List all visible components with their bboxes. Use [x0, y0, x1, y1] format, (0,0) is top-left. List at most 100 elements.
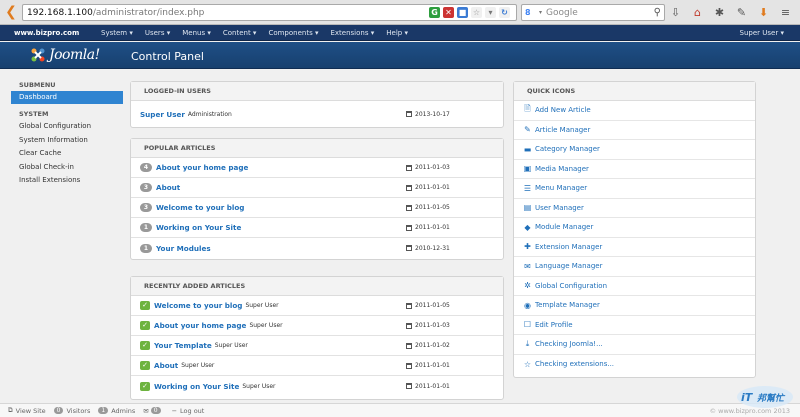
article-link[interactable]: Working on Your Site	[154, 382, 239, 391]
download-manager-icon[interactable]: ⬇	[756, 4, 771, 20]
search-icon[interactable]: ⚲	[654, 7, 661, 18]
url-host: 192.168.1.100	[27, 7, 93, 18]
logged-in-users-panel: LOGGED-IN USERS Super User Administratio…	[130, 81, 504, 128]
sidebar-item-dashboard[interactable]: Dashboard	[11, 91, 123, 104]
sidebar-item-global-check-in[interactable]: Global Check-in	[11, 161, 123, 175]
bookmark-star-icon[interactable]: ☆	[471, 7, 482, 18]
quick-icon-checking-extensions[interactable]: ☆ Checking extensions...	[514, 355, 755, 375]
addon-icon[interactable]: ✱	[712, 4, 727, 20]
popular-articles-panel: POPULAR ARTICLES 4 About your home page 20…	[130, 138, 504, 260]
quick-icon-module-manager[interactable]: ◆ Module Manager	[514, 218, 755, 238]
list-item: ✓ Welcome to your blog Super User 2011-01-0…	[131, 296, 503, 316]
extension-icon[interactable]: ✕	[443, 7, 454, 18]
edit-icon: ☐	[523, 320, 532, 330]
address-bar[interactable]: 192.168.1.100/administrator/index.php G …	[22, 4, 517, 21]
user-menu[interactable]: Super User ▾	[740, 29, 784, 37]
article-link[interactable]: About	[156, 183, 180, 192]
hits-badge: 4	[140, 163, 152, 172]
article-link[interactable]: About your home page	[156, 163, 248, 172]
published-check-icon[interactable]: ✓	[140, 321, 150, 330]
external-link-icon: ⧉	[8, 406, 13, 414]
image-icon: ▣	[523, 164, 532, 174]
quick-icon-article-manager[interactable]: ✎ Article Manager	[514, 121, 755, 140]
dropdown-icon[interactable]: ▾	[485, 7, 496, 18]
page-header: Joomla! Control Panel	[0, 42, 800, 69]
published-check-icon[interactable]: ✓	[140, 381, 150, 391]
comment-icon: ✉	[524, 261, 531, 271]
panel-title: QUICK ICONS	[514, 82, 755, 101]
author: Super User	[242, 382, 276, 390]
quick-icon-checking-joomla[interactable]: ⤓ Checking Joomla!...	[514, 335, 755, 355]
search-box[interactable]: 8 ▾ Google ⚲	[521, 4, 665, 21]
extension-icon[interactable]: ■	[457, 7, 468, 18]
quick-icon-media-manager[interactable]: ▣ Media Manager	[514, 160, 755, 179]
calendar-icon	[406, 204, 412, 211]
mail-icon: ✉	[143, 406, 149, 415]
menu-users[interactable]: Users ▾	[139, 29, 176, 37]
article-link[interactable]: Welcome to your blog	[154, 301, 242, 310]
published-check-icon[interactable]: ✓	[140, 341, 150, 350]
sidebar-item-global-configuration[interactable]: Global Configuration	[11, 120, 123, 134]
menu-help[interactable]: Help ▾	[380, 29, 414, 37]
list-item: 1 Your Modules 2010-12-31	[131, 238, 503, 258]
menu-extensions[interactable]: Extensions ▾	[324, 29, 380, 37]
panel-title: LOGGED-IN USERS	[131, 82, 503, 101]
joomla-logo-icon	[31, 48, 45, 62]
list-item: Super User Administration 2013-10-17	[140, 109, 450, 119]
published-check-icon[interactable]: ✓	[140, 301, 150, 310]
quick-icon-user-manager[interactable]: ▤ User Manager	[514, 199, 755, 218]
sidebar-item-install-extensions[interactable]: Install Extensions	[11, 174, 123, 188]
quick-icon-add-new-article[interactable]: 🗎 Add New Article	[514, 101, 755, 121]
site-link[interactable]: www.bizpro.com	[0, 29, 95, 37]
quick-icon-extension-manager[interactable]: ✚ Extension Manager	[514, 238, 755, 257]
calendar-icon	[406, 322, 412, 329]
minus-icon: −	[171, 406, 178, 415]
quick-icon-menu-manager[interactable]: ☰ Menu Manager	[514, 179, 755, 199]
menu-icon[interactable]: ≡	[778, 4, 793, 20]
published-check-icon[interactable]: ✓	[140, 361, 150, 370]
user-link[interactable]: Super User	[140, 110, 185, 119]
article-link[interactable]: Your Modules	[156, 244, 211, 253]
logout-link[interactable]: − Log out	[172, 407, 205, 415]
menu-menus[interactable]: Menus ▾	[176, 29, 217, 37]
author: Super User	[249, 322, 283, 329]
article-link[interactable]: Welcome to your blog	[156, 203, 244, 212]
back-icon[interactable]: ❮	[0, 0, 22, 25]
calendar-icon	[406, 164, 412, 171]
list-icon: ☰	[523, 183, 532, 193]
sidebar-item-system-information[interactable]: System Information	[11, 134, 123, 148]
calendar-icon	[406, 245, 412, 251]
quick-icon-language-manager[interactable]: ✉ Language Manager	[514, 257, 755, 277]
menu-components[interactable]: Components ▾	[262, 29, 324, 37]
menu-system[interactable]: System ▾	[95, 29, 139, 37]
quick-icon-category-manager[interactable]: ▬ Category Manager	[514, 140, 755, 160]
admin-menu-bar: www.bizpro.com System ▾ Users ▾ Menus ▾ …	[0, 25, 800, 41]
extension-icon[interactable]: G	[429, 7, 440, 18]
article-link[interactable]: Working on Your Site	[156, 223, 241, 232]
calendar-icon	[406, 383, 412, 389]
admins-count: 1 Admins	[98, 407, 135, 415]
messages-count[interactable]: ✉ 0	[143, 407, 163, 415]
article-link[interactable]: Your Template	[154, 341, 212, 350]
calendar-icon	[406, 342, 412, 349]
folder-icon: ▬	[523, 144, 532, 154]
view-site-link[interactable]: ⧉ View Site	[8, 406, 46, 415]
reload-icon[interactable]: ↻	[499, 7, 510, 18]
quick-icon-edit-profile[interactable]: ☐ Edit Profile	[514, 316, 755, 335]
quick-icon-template-manager[interactable]: ◉ Template Manager	[514, 296, 755, 316]
article-link[interactable]: About your home page	[154, 321, 246, 330]
download-arrow-icon[interactable]: ⇩	[668, 4, 683, 20]
quick-icon-global-configuration[interactable]: ✲ Global Configuration	[514, 277, 755, 296]
menu-content[interactable]: Content ▾	[217, 29, 263, 37]
hits-badge: 3	[140, 183, 152, 192]
article-link[interactable]: About	[154, 361, 178, 370]
cube-icon: ◆	[524, 222, 531, 232]
home-icon[interactable]: ⌂	[690, 4, 705, 20]
sidebar-item-clear-cache[interactable]: Clear Cache	[11, 147, 123, 161]
download-icon: ⤓	[525, 339, 530, 349]
list-item: ✓ About your home page Super User 2011-01-0…	[131, 316, 503, 336]
pen-icon[interactable]: ✎	[734, 4, 749, 20]
watermark-icon: iT 邦幫忙	[737, 386, 793, 408]
new-article-icon: 🗎	[524, 104, 531, 114]
hits-badge: 1	[140, 223, 152, 232]
